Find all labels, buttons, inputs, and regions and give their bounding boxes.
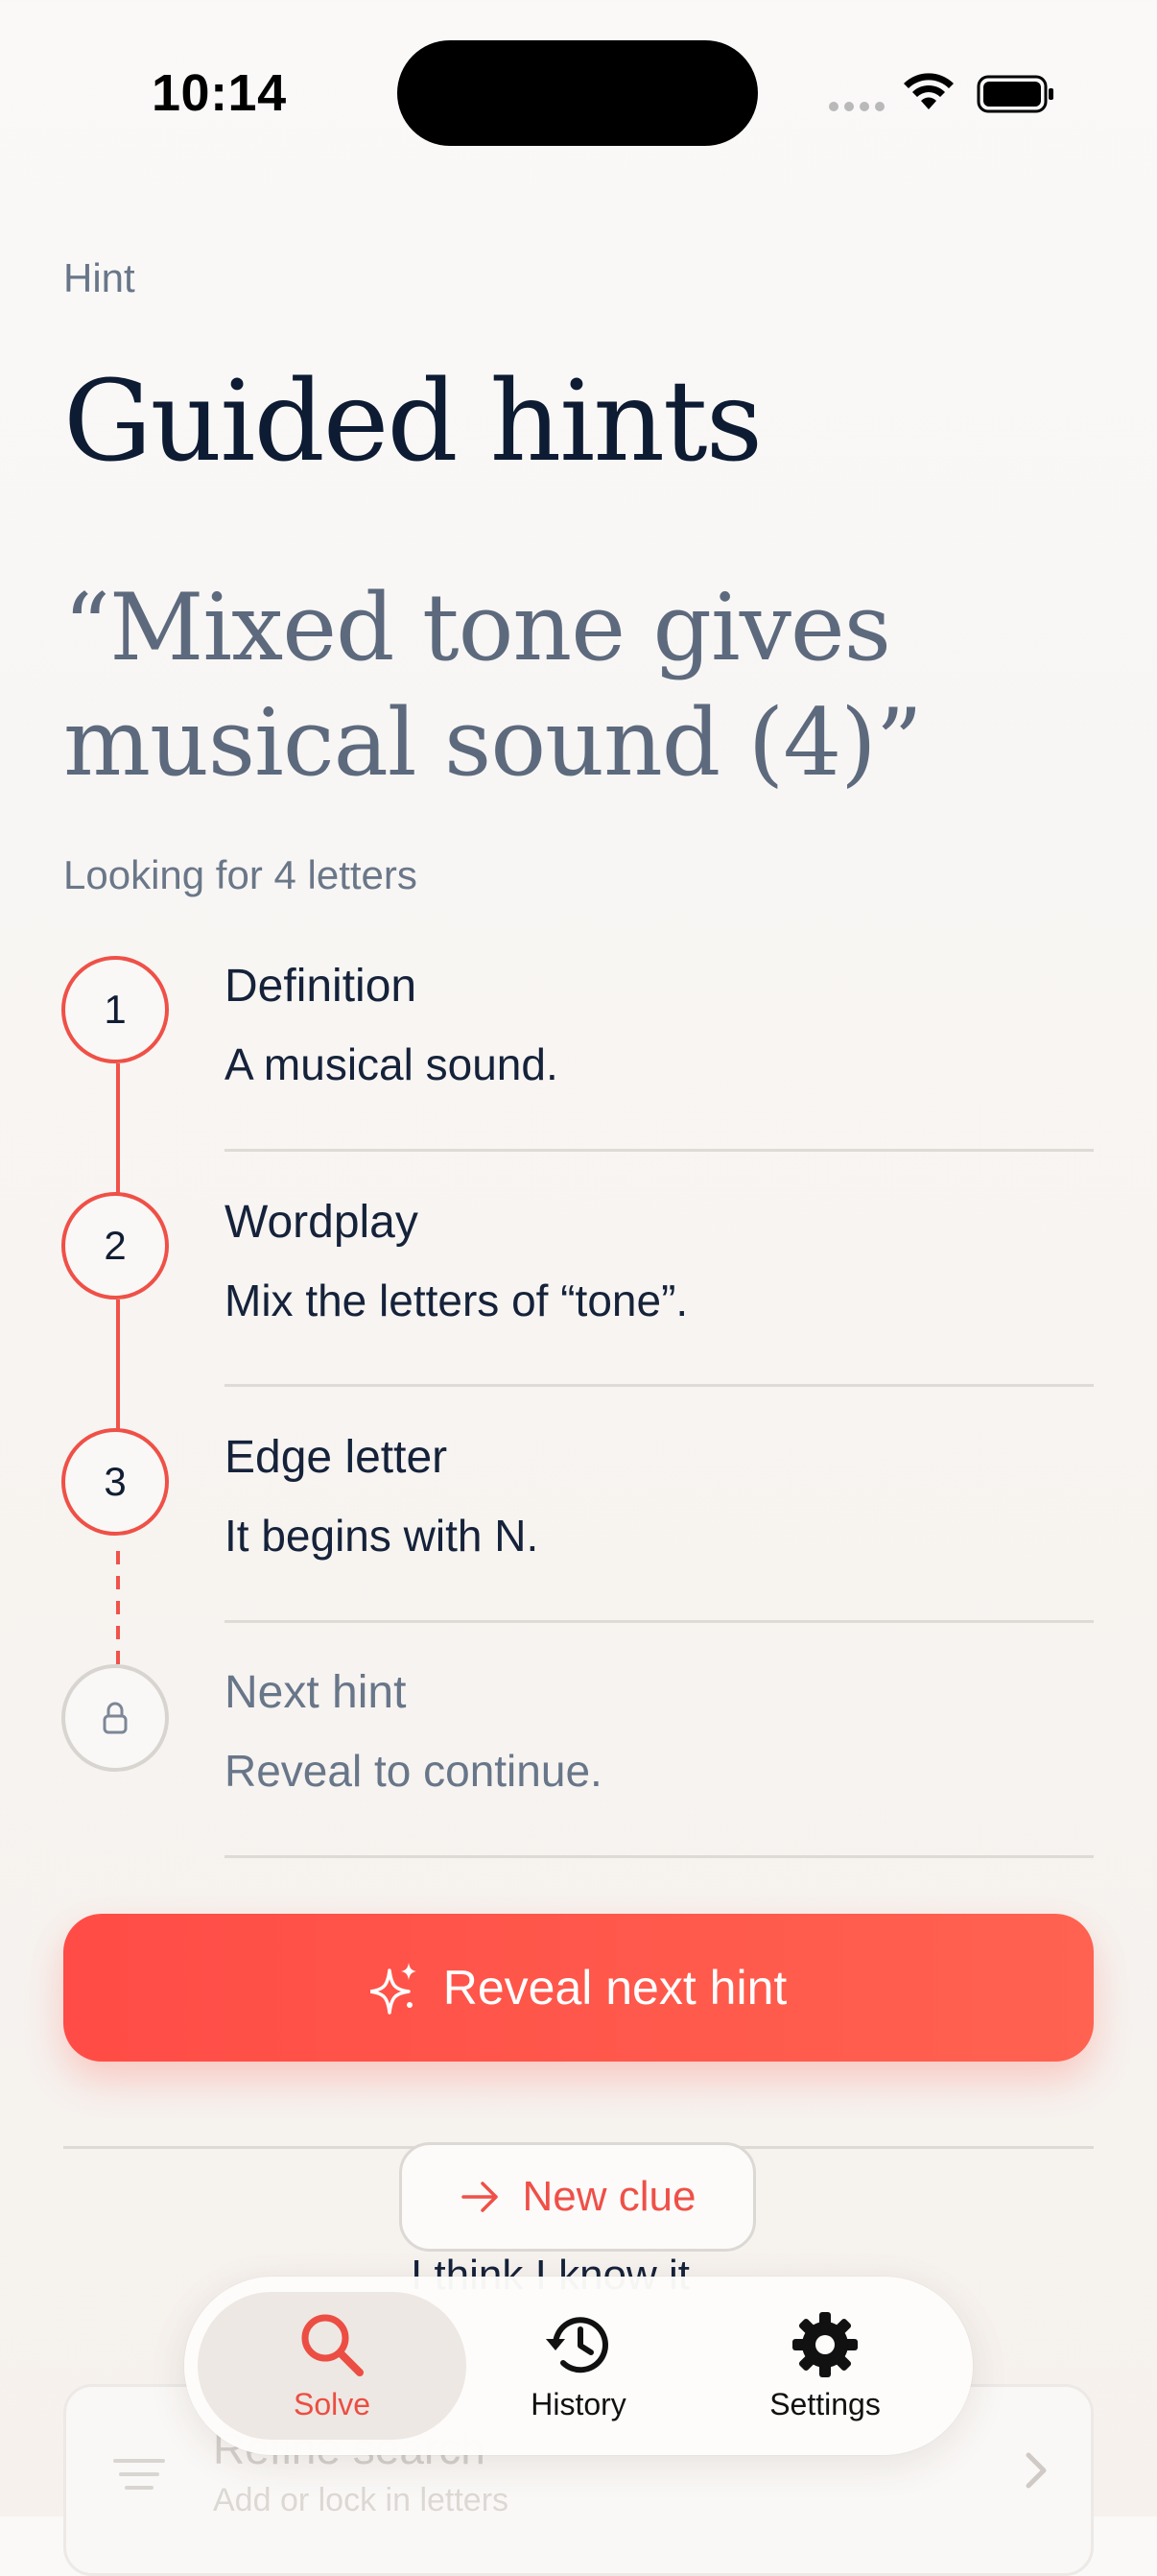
chevron-right-icon <box>1026 2452 1047 2489</box>
history-icon <box>546 2316 608 2373</box>
hint-body: A musical sound. <box>224 1039 558 1089</box>
hint-divider <box>224 1855 1094 1858</box>
hint-divider <box>224 1149 1094 1152</box>
page-eyebrow: Hint <box>63 255 135 300</box>
tab-label: Solve <box>293 2386 371 2421</box>
cellular-signal-icon <box>829 102 885 111</box>
tab-solve[interactable]: Solve <box>198 2292 466 2440</box>
battery-icon <box>977 75 1053 113</box>
timeline-connector-pending <box>116 1551 120 1666</box>
hint-step-number: 2 <box>61 1192 169 1300</box>
timeline-connector <box>116 1300 120 1432</box>
hint-step-number: 1 <box>61 956 169 1063</box>
wifi-icon <box>904 73 954 109</box>
hint-title: Definition <box>224 961 417 1012</box>
new-clue-label: New clue <box>522 2173 697 2220</box>
hint-title: Edge letter <box>224 1432 448 1483</box>
next-hint-body: Reveal to continue. <box>224 1746 602 1796</box>
new-clue-button[interactable]: New clue <box>399 2142 756 2252</box>
sparkle-icon <box>369 1963 416 2015</box>
page-title: Guided hints <box>63 357 763 487</box>
hint-body: It begins with N. <box>224 1511 539 1561</box>
hint-divider <box>224 1384 1094 1387</box>
filter-lines-icon <box>113 2459 165 2490</box>
lock-icon <box>103 1702 128 1734</box>
hint-step-number: 3 <box>61 1428 169 1536</box>
status-time: 10:14 <box>152 64 287 122</box>
locked-step <box>61 1664 169 1772</box>
hint-title: Wordplay <box>224 1197 418 1248</box>
tab-label: History <box>531 2386 626 2421</box>
search-icon <box>301 2314 364 2376</box>
timeline-connector <box>116 1063 120 1196</box>
arrow-right-icon <box>460 2182 498 2212</box>
tab-bar: Solve History Settings <box>184 2277 973 2455</box>
dynamic-island <box>397 40 758 146</box>
tab-settings[interactable]: Settings <box>691 2292 959 2440</box>
hint-divider <box>224 1620 1094 1623</box>
next-hint-title: Next hint <box>224 1667 407 1718</box>
reveal-button-label: Reveal next hint <box>442 1961 788 2015</box>
clue-text: “Mixed tone gives musical sound (4)” <box>63 574 923 797</box>
tab-history[interactable]: History <box>444 2292 713 2440</box>
gear-icon <box>792 2311 858 2377</box>
hint-body: Mix the letters of “tone”. <box>224 1276 689 1325</box>
answer-length-label: Looking for 4 letters <box>63 852 417 897</box>
refine-search-subtitle: Add or lock in letters <box>213 2482 509 2518</box>
tab-label: Settings <box>769 2386 881 2421</box>
reveal-next-hint-button[interactable]: Reveal next hint <box>63 1914 1094 2062</box>
